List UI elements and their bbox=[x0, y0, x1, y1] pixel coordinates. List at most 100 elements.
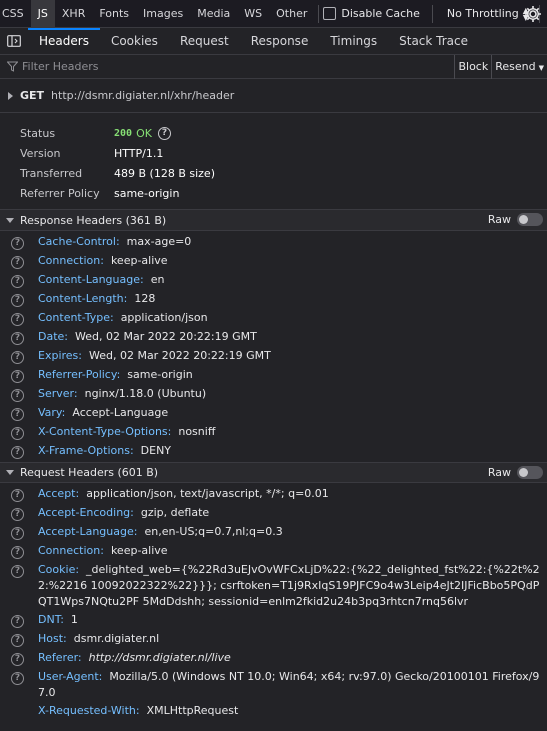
header-row[interactable]: ?X-Requested-With: XMLHttpRequest bbox=[0, 701, 547, 720]
disable-cache-checkbox[interactable] bbox=[323, 7, 337, 20]
header-value: max-age=0 bbox=[126, 235, 192, 248]
header-value: Wed, 02 Mar 2022 20:22:19 GMT bbox=[75, 330, 257, 343]
question-circle-icon[interactable]: ? bbox=[11, 388, 24, 402]
header-row[interactable]: ? Connection: keep-alive bbox=[0, 541, 547, 560]
filter-tab-fonts[interactable]: Fonts bbox=[92, 0, 136, 28]
question-circle-icon[interactable]: ? bbox=[11, 369, 24, 383]
question-circle-icon[interactable]: ? bbox=[11, 488, 24, 502]
header-name: Connection: bbox=[38, 254, 104, 267]
header-value: 1 bbox=[70, 613, 78, 626]
chevron-down-icon: ▼ bbox=[538, 63, 544, 72]
question-circle-icon[interactable]: ? bbox=[11, 564, 24, 578]
header-name: Server: bbox=[38, 387, 78, 400]
gear-icon[interactable] bbox=[523, 4, 543, 24]
question-circle-icon[interactable]: ? bbox=[11, 526, 24, 540]
raw-toggle[interactable]: Raw bbox=[488, 213, 543, 226]
question-circle-icon[interactable]: ? bbox=[11, 350, 24, 364]
tab-request[interactable]: Request bbox=[169, 28, 240, 54]
tab-stack-trace[interactable]: Stack Trace bbox=[388, 28, 479, 54]
disable-cache-toggle[interactable]: Disable Cache bbox=[323, 7, 428, 20]
header-name: Host: bbox=[38, 632, 67, 645]
header-row[interactable]: ? X-Frame-Options: DENY bbox=[0, 441, 547, 460]
header-row[interactable]: ? Referer: http://dsmr.digiater.nl/live bbox=[0, 648, 547, 667]
header-name: Content-Length: bbox=[38, 292, 128, 305]
request-line[interactable]: GET http://dsmr.digiater.nl/xhr/header bbox=[0, 79, 547, 113]
header-value: application/json, text/javascript, */*; … bbox=[86, 487, 329, 500]
question-circle-icon[interactable]: ? bbox=[11, 426, 24, 440]
filter-tab-media[interactable]: Media bbox=[190, 0, 237, 28]
tab-headers[interactable]: Headers bbox=[28, 28, 100, 54]
header-row[interactable]: ? Content-Length: 128 bbox=[0, 289, 547, 308]
header-row[interactable]: ? DNT: 1 bbox=[0, 610, 547, 629]
tab-cookies[interactable]: Cookies bbox=[100, 28, 169, 54]
question-circle-icon[interactable]: ? bbox=[11, 671, 24, 685]
header-value: XMLHttpRequest bbox=[146, 704, 239, 717]
funnel-icon bbox=[0, 61, 20, 72]
header-row[interactable]: ? X-Content-Type-Options: nosniff bbox=[0, 422, 547, 441]
header-row[interactable]: ? Referrer-Policy: same-origin bbox=[0, 365, 547, 384]
block-button[interactable]: Block bbox=[454, 54, 491, 79]
version-label: Version bbox=[20, 146, 61, 160]
filter-tab-js[interactable]: JS bbox=[30, 0, 55, 28]
header-row[interactable]: ? Cookie: _delighted_web={%22Rd3uEJvOvWFC… bbox=[0, 560, 547, 610]
question-circle-icon[interactable]: ? bbox=[11, 236, 24, 250]
toolbar-separator bbox=[318, 4, 320, 23]
header-name: DNT: bbox=[38, 613, 64, 626]
question-circle-icon[interactable]: ? bbox=[11, 312, 24, 326]
filter-tab-other[interactable]: Other bbox=[269, 0, 314, 28]
sidebar-toggle-icon bbox=[7, 35, 21, 47]
question-circle-icon[interactable]: ? bbox=[11, 545, 24, 559]
filter-tab-images[interactable]: Images bbox=[136, 0, 190, 28]
response-headers-section-header[interactable]: Response Headers (361 B) Raw bbox=[0, 210, 547, 231]
question-circle-icon[interactable]: ? bbox=[11, 652, 24, 666]
tab-timings[interactable]: Timings bbox=[319, 28, 388, 54]
question-circle-icon[interactable]: ? bbox=[11, 293, 24, 307]
header-row[interactable]: ? Content-Language: en bbox=[0, 270, 547, 289]
sidebar-toggle-button[interactable] bbox=[0, 28, 28, 54]
question-circle-icon[interactable]: ? bbox=[11, 407, 24, 421]
raw-toggle[interactable]: Raw bbox=[488, 466, 543, 479]
header-value: nginx/1.18.0 (Ubuntu) bbox=[84, 387, 207, 400]
header-value: en bbox=[150, 273, 165, 286]
question-circle-icon[interactable]: ? bbox=[11, 331, 24, 345]
filter-tab-xhr[interactable]: XHR bbox=[55, 0, 92, 28]
header-value: Mozilla/5.0 (Windows NT 10.0; Win64; x64… bbox=[38, 670, 540, 699]
header-row[interactable]: ? Vary: Accept-Language bbox=[0, 403, 547, 422]
header-value: en,en-US;q=0.7,nl;q=0.3 bbox=[144, 525, 283, 538]
filter-tab-css[interactable]: CSS bbox=[0, 0, 31, 28]
question-circle-icon[interactable]: ? bbox=[11, 614, 24, 628]
header-row[interactable]: ? Cache-Control: max-age=0 bbox=[0, 232, 547, 251]
header-row[interactable]: ? Date: Wed, 02 Mar 2022 20:22:19 GMT bbox=[0, 327, 547, 346]
question-circle-icon[interactable]: ? bbox=[11, 274, 24, 288]
header-row[interactable]: ? Expires: Wed, 02 Mar 2022 20:22:19 GMT bbox=[0, 346, 547, 365]
response-headers-list: ? Cache-Control: max-age=0? Connection: ke… bbox=[0, 231, 547, 462]
raw-switch[interactable] bbox=[517, 466, 543, 479]
question-circle-icon[interactable]: ? bbox=[157, 126, 171, 140]
toolbar-separator bbox=[431, 4, 433, 23]
header-row[interactable]: ? Server: nginx/1.18.0 (Ubuntu) bbox=[0, 384, 547, 403]
header-row[interactable]: ? Accept-Encoding: gzip, deflate bbox=[0, 503, 547, 522]
header-row[interactable]: ? User-Agent: Mozilla/5.0 (Windows NT 10.… bbox=[0, 667, 547, 701]
tab-response[interactable]: Response bbox=[240, 28, 320, 54]
header-name: Referrer-Policy: bbox=[38, 368, 121, 381]
resend-button[interactable]: Resend ▼ bbox=[491, 54, 547, 79]
question-circle-icon[interactable]: ? bbox=[11, 507, 24, 521]
header-row[interactable]: ? Host: dsmr.digiater.nl bbox=[0, 629, 547, 648]
throttling-select[interactable]: No Throttling ▲ ▼ bbox=[437, 6, 535, 21]
request-headers-section-header[interactable]: Request Headers (601 B) Raw bbox=[0, 462, 547, 483]
question-circle-icon[interactable]: ? bbox=[11, 255, 24, 269]
collapse-triangle-icon bbox=[6, 217, 14, 223]
summary-row-transferred: Transferred 489 B (128 B size) bbox=[20, 163, 547, 183]
filter-tab-ws[interactable]: WS bbox=[237, 0, 269, 28]
question-circle-icon[interactable]: ? bbox=[11, 633, 24, 647]
summary-row-referrer-policy: Referrer Policy same-origin bbox=[20, 183, 547, 203]
header-row[interactable]: ? Accept: application/json, text/javascri… bbox=[0, 484, 547, 503]
question-circle-icon[interactable]: ? bbox=[11, 445, 24, 459]
header-row[interactable]: ? Accept-Language: en,en-US;q=0.7,nl;q=0.… bbox=[0, 522, 547, 541]
filter-headers-input[interactable] bbox=[20, 60, 455, 73]
header-row[interactable]: ? Connection: keep-alive bbox=[0, 251, 547, 270]
header-row[interactable]: ? Content-Type: application/json bbox=[0, 308, 547, 327]
transferred-label: Transferred bbox=[20, 166, 83, 180]
raw-switch[interactable] bbox=[517, 213, 543, 226]
header-name: Expires: bbox=[38, 349, 82, 362]
